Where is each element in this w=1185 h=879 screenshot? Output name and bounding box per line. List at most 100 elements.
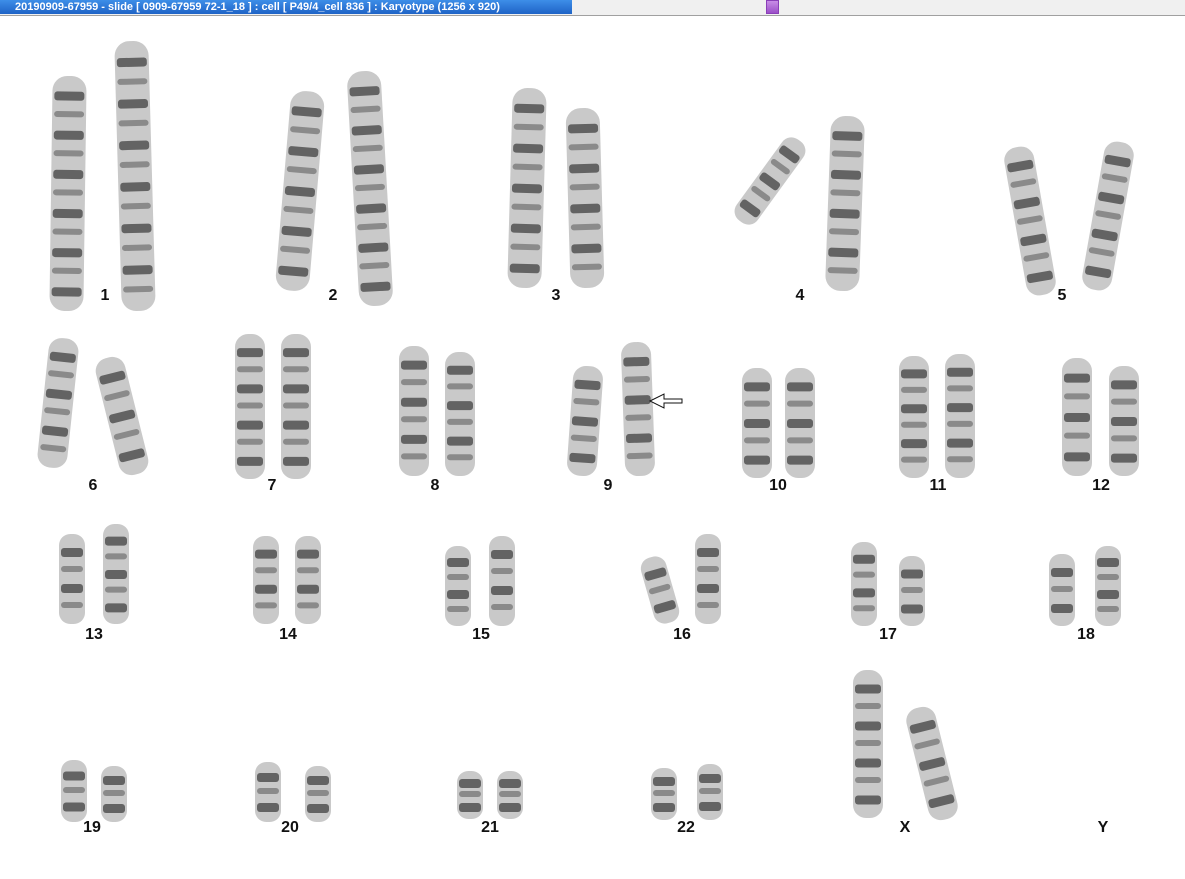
chromatid-7-1[interactable] — [235, 334, 265, 479]
chromatid-body — [851, 542, 877, 626]
chromatid-band — [855, 777, 881, 783]
chromatid-band — [1111, 417, 1137, 426]
chromatid-17-1[interactable] — [851, 542, 877, 626]
chromosome-9[interactable] — [566, 341, 656, 477]
chromosome-14[interactable] — [253, 536, 321, 624]
chromosome-6[interactable] — [36, 337, 151, 478]
chromosome-11[interactable] — [899, 354, 975, 478]
chromatid-band — [697, 566, 719, 572]
chromatid-14-2[interactable] — [295, 536, 321, 624]
chromosome-label-19: 19 — [83, 819, 101, 836]
chromatid-8-2[interactable] — [445, 352, 475, 476]
chromatid-band — [571, 243, 602, 254]
window-title-bar[interactable]: 20190909-67959 - slide [ 0909-67959 72-1… — [0, 0, 1185, 16]
chromosome-3[interactable] — [507, 87, 605, 289]
chromatid-22-1[interactable] — [651, 768, 677, 820]
chromosome-10[interactable] — [742, 368, 815, 478]
chromosome-17[interactable] — [851, 542, 925, 626]
chromosome-1[interactable] — [49, 40, 156, 312]
chromatid-3-2[interactable] — [565, 107, 605, 289]
chromatid-band — [255, 567, 277, 574]
chromatid-band — [569, 163, 600, 174]
chromatid-2-2[interactable] — [346, 70, 393, 307]
chromatid-16-1[interactable] — [638, 554, 682, 627]
chromosome-X[interactable] — [853, 670, 960, 823]
chromatid-band — [297, 567, 319, 574]
chromosome-18[interactable] — [1049, 546, 1121, 626]
chromatid-6-2[interactable] — [93, 354, 151, 478]
chromatid-band — [1064, 393, 1090, 400]
chromatid-20-2[interactable] — [305, 766, 331, 822]
chromatid-21-2[interactable] — [497, 771, 523, 819]
chromatid-band — [401, 360, 427, 370]
chromatid-4-1[interactable] — [730, 133, 810, 229]
chromatid-13-1[interactable] — [59, 534, 85, 624]
chromatid-band — [569, 452, 596, 464]
chromatid-band — [787, 419, 813, 428]
chromosome-22[interactable] — [651, 764, 723, 820]
chromatid-4-2[interactable] — [825, 115, 865, 292]
chromatid-5-2[interactable] — [1080, 140, 1136, 293]
chromosome-12[interactable] — [1062, 358, 1139, 476]
chromatid-3-1[interactable] — [507, 87, 547, 289]
chromatid-15-1[interactable] — [445, 546, 471, 626]
chromatid-17-2[interactable] — [899, 556, 925, 626]
chromosome-label-11: 11 — [929, 477, 947, 494]
chromatid-10-2[interactable] — [785, 368, 815, 478]
chromosome-16[interactable] — [638, 534, 721, 626]
chromatid-18-1[interactable] — [1049, 554, 1075, 626]
chromatid-X-2[interactable] — [904, 704, 961, 823]
chromosome-2[interactable] — [275, 70, 394, 307]
chromatid-9-1[interactable] — [566, 365, 604, 477]
chromatid-10-1[interactable] — [742, 368, 772, 478]
chromatid-14-1[interactable] — [253, 536, 279, 624]
chromatid-band — [653, 790, 675, 796]
chromatid-6-1[interactable] — [36, 337, 79, 469]
chromatid-band — [829, 208, 860, 219]
chromatid-19-2[interactable] — [101, 766, 127, 822]
chromosome-7[interactable] — [235, 334, 311, 479]
chromatid-band — [61, 548, 83, 557]
chromosome-label-1: 1 — [100, 287, 110, 304]
chromatid-20-1[interactable] — [255, 762, 281, 822]
chromatid-13-2[interactable] — [103, 524, 129, 624]
chromatid-band — [1064, 373, 1090, 383]
chromosome-19[interactable] — [61, 760, 127, 822]
chromatid-band — [1111, 380, 1137, 390]
chromatid-11-2[interactable] — [945, 354, 975, 478]
chromatid-12-2[interactable] — [1109, 366, 1139, 476]
chromosome-13[interactable] — [59, 524, 129, 624]
chromatid-band — [626, 452, 653, 460]
chromatid-18-2[interactable] — [1095, 546, 1121, 626]
chromatid-band — [855, 721, 881, 731]
chromosome-20[interactable] — [255, 762, 331, 822]
chromatid-X-1[interactable] — [853, 670, 883, 818]
chromatid-8-1[interactable] — [399, 346, 429, 476]
chromatid-1-2[interactable] — [114, 40, 156, 312]
chromatid-15-2[interactable] — [489, 536, 515, 626]
chromatid-7-2[interactable] — [281, 334, 311, 479]
chromatid-12-1[interactable] — [1062, 358, 1092, 476]
chromosome-21[interactable] — [457, 771, 523, 819]
chromatid-1-1[interactable] — [49, 75, 87, 312]
chromatid-5-1[interactable] — [1002, 145, 1058, 298]
chromatid-16-2[interactable] — [695, 534, 721, 624]
chromatid-21-1[interactable] — [457, 771, 483, 819]
chromosome-8[interactable] — [399, 346, 475, 476]
chromatid-band — [103, 776, 125, 785]
chromatid-band — [459, 791, 481, 797]
chromatid-9-2[interactable] — [621, 341, 656, 477]
chromosome-15[interactable] — [445, 536, 515, 626]
chromatid-11-1[interactable] — [899, 356, 929, 478]
chromosome-5[interactable] — [1002, 140, 1136, 298]
chromatid-band — [574, 379, 601, 391]
chromatid-band — [401, 397, 427, 407]
chromatid-22-2[interactable] — [697, 764, 723, 820]
chromosome-4[interactable] — [730, 115, 865, 292]
chromatid-2-1[interactable] — [275, 90, 326, 292]
chromatid-band — [1064, 452, 1090, 462]
scroll-thumb[interactable] — [766, 0, 779, 14]
chromatid-band — [1064, 432, 1090, 439]
chromatid-band — [118, 119, 149, 127]
chromatid-19-1[interactable] — [61, 760, 87, 822]
